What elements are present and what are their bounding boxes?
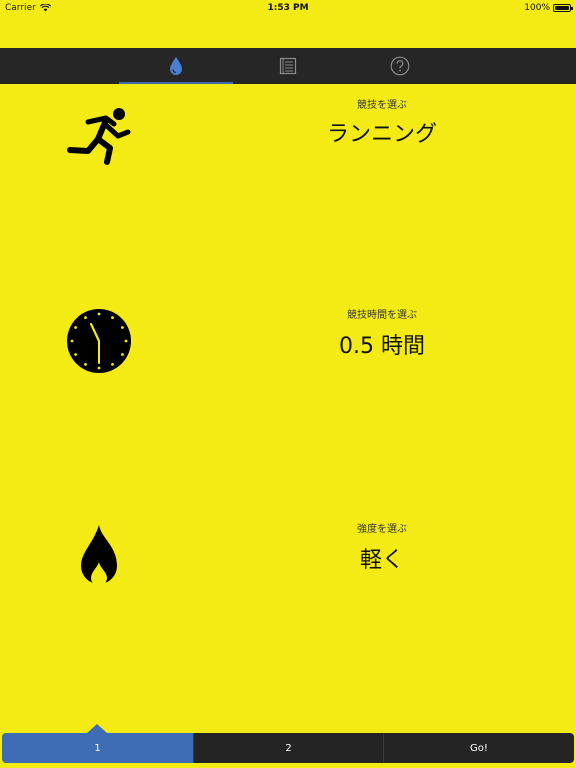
step-bar: 1 2 Go! — [2, 733, 574, 763]
status-time: 1:53 PM — [267, 3, 309, 13]
tab-help[interactable] — [343, 48, 457, 84]
duration-caption: 競技時間を選ぶ — [347, 310, 417, 321]
running-person-icon — [67, 108, 131, 165]
sport-selector[interactable]: 競技を選ぶ ランニング — [0, 90, 576, 180]
battery-icon — [553, 4, 573, 12]
active-step-pointer — [87, 724, 107, 733]
battery-percent: 100% — [524, 3, 550, 13]
tab-notes[interactable] — [231, 48, 345, 84]
flame-icon — [81, 525, 117, 586]
go-button[interactable]: Go! — [383, 733, 574, 763]
step-2-button[interactable]: 2 — [193, 733, 383, 763]
intensity-caption: 強度を選ぶ — [357, 524, 407, 535]
tab-hydration[interactable] — [119, 48, 233, 84]
sport-caption: 競技を選ぶ — [357, 100, 407, 111]
step-1-button[interactable]: 1 — [2, 733, 193, 763]
notes-icon — [279, 57, 297, 75]
intensity-value: 軽く — [359, 548, 404, 573]
clock-icon — [67, 309, 131, 373]
duration-selector[interactable]: 競技時間を選ぶ 0.5 時間 — [0, 300, 576, 390]
battery-group: 100% — [524, 3, 573, 13]
duration-value: 0.5 時間 — [339, 334, 425, 359]
status-bar: Carrier 1:53 PM 100% — [0, 0, 576, 18]
intensity-selector[interactable]: 強度を選ぶ 軽く — [0, 514, 576, 604]
water-drop-icon — [170, 57, 182, 75]
help-icon — [390, 56, 410, 76]
sport-value: ランニング — [326, 122, 437, 147]
top-tab-bar — [0, 48, 576, 84]
active-tab-indicator — [119, 82, 233, 84]
